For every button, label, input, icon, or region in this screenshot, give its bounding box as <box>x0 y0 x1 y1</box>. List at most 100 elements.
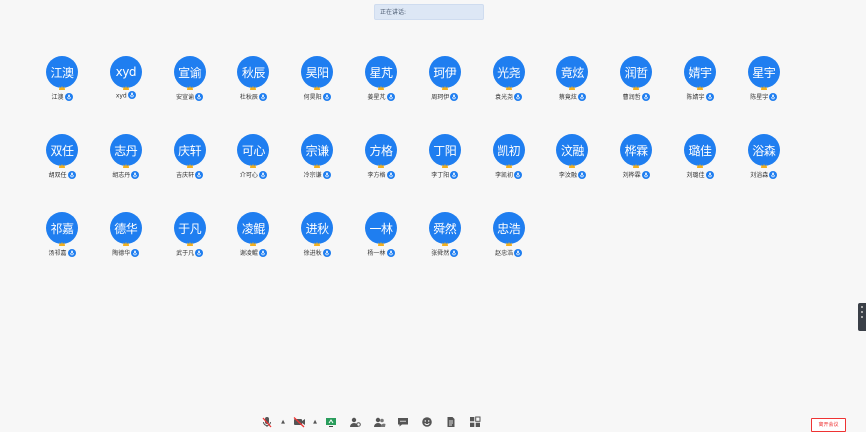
participant-tile[interactable]: 一林 杨一林 <box>349 212 413 272</box>
video-off-icon <box>293 416 305 427</box>
participant-name: 刘浴森 <box>750 172 769 179</box>
participant-name-line: 杜秋辰 <box>221 92 285 102</box>
participant-avatar: 丁阳 <box>428 134 461 166</box>
host-badge-icon <box>186 164 193 168</box>
participant-tile[interactable]: xyd xyd <box>94 56 158 116</box>
participant-avatar: 舜然 <box>428 212 461 244</box>
host-badge-icon <box>378 242 384 246</box>
leave-meeting-button[interactable]: 离开会议 <box>811 418 846 432</box>
host-badge-icon <box>505 164 512 168</box>
participant-tile[interactable]: 婧宇 陈婧宇 <box>668 56 732 116</box>
participant-name: 陈星宇 <box>750 94 769 101</box>
participant-tile[interactable]: 宣谕 安宣谕 <box>158 56 222 116</box>
host-badge-icon <box>441 86 448 90</box>
participant-name-line: 曹润哲 <box>604 92 668 102</box>
participant-tile[interactable]: 星芃 姜星芃 <box>349 56 413 116</box>
document-icon <box>447 416 455 427</box>
reaction-icon <box>422 416 432 427</box>
participant-name-line: 张舜然 <box>413 248 477 258</box>
participant-name-line: 赵忠浩 <box>477 248 541 258</box>
participant-avatar: 璐佳 <box>684 134 716 166</box>
mic-status-icon <box>450 170 459 179</box>
chat-button[interactable] <box>391 414 415 430</box>
participant-name-line: 介可心 <box>221 170 285 180</box>
participant-tile[interactable]: 庆轩 吉庆轩 <box>158 134 222 194</box>
host-badge-icon <box>314 86 321 90</box>
participant-avatar: 宗谦 <box>301 134 334 166</box>
participant-name-line: 周珂伊 <box>413 92 477 102</box>
participant-name: 杨一林 <box>367 250 386 257</box>
participant-tile[interactable]: 昊阳 何昊阳 <box>285 56 349 116</box>
mic-toggle-button[interactable] <box>255 414 279 430</box>
participant-avatar: 志丹 <box>109 134 142 166</box>
participant-avatar: 光尧 <box>492 56 525 88</box>
host-badge-icon <box>59 242 65 246</box>
side-panel-handle[interactable] <box>858 303 866 331</box>
mic-status-icon <box>705 92 714 101</box>
participant-tile[interactable]: 竟炫 蔡竟炫 <box>540 56 604 116</box>
mic-options-caret[interactable]: ▲ <box>279 414 287 430</box>
participant-tile[interactable]: 璐佳 刘璐佳 <box>668 134 732 194</box>
participant-name: 蔡竟炫 <box>558 94 577 101</box>
mic-status-icon <box>131 170 140 179</box>
participant-tile[interactable]: 润哲 曹润哲 <box>604 56 668 116</box>
participant-name-line: 谢凌鲲 <box>221 248 285 258</box>
mic-status-icon <box>131 248 140 257</box>
participant-tile[interactable]: 桦霖 刘桦霖 <box>604 134 668 194</box>
mic-status-icon <box>258 170 267 179</box>
manage-members-button[interactable] <box>343 414 367 430</box>
host-badge-icon <box>314 164 321 168</box>
participant-name-line: 徐进秋 <box>285 248 349 258</box>
participant-avatar: 婧宇 <box>684 56 716 88</box>
participant-tile[interactable]: 江澳 江澳 <box>30 56 94 116</box>
participant-tile[interactable]: 凯初 李凯初 <box>477 134 541 194</box>
participant-tile[interactable]: 方格 李方格 <box>349 134 413 194</box>
participant-tile[interactable]: 进秋 徐进秋 <box>285 212 349 272</box>
mic-status-icon <box>258 92 267 101</box>
participant-avatar: 庆轩 <box>173 134 206 166</box>
participant-tile[interactable]: 浴森 刘浴森 <box>732 134 796 194</box>
apps-button[interactable] <box>463 414 487 430</box>
participant-tile[interactable]: 德华 陶德华 <box>94 212 158 272</box>
participant-avatar: 浴森 <box>747 134 780 166</box>
host-badge-icon <box>441 164 448 168</box>
participant-tile[interactable]: 于凡 武于凡 <box>158 212 222 272</box>
share-screen-button[interactable] <box>319 414 343 430</box>
mic-status-icon <box>67 170 76 179</box>
participant-tile[interactable]: 光尧 袁光尧 <box>477 56 541 116</box>
mic-status-icon <box>769 170 778 179</box>
participant-name: 刘桦霖 <box>622 172 641 179</box>
host-badge-icon <box>122 164 129 168</box>
participant-name: 李丁阳 <box>431 172 450 179</box>
participant-avatar: 竟炫 <box>556 56 589 88</box>
mic-status-icon <box>322 170 331 179</box>
host-badge-icon <box>378 164 384 168</box>
participant-tile[interactable]: 可心 介可心 <box>221 134 285 194</box>
participant-tile[interactable]: 忠浩 赵忠浩 <box>477 212 541 272</box>
mic-status-icon <box>514 92 523 101</box>
document-button[interactable] <box>439 414 463 430</box>
participant-avatar: 桦霖 <box>620 134 653 166</box>
participant-tile[interactable]: 凌鲲 谢凌鲲 <box>221 212 285 272</box>
video-toggle-button[interactable] <box>287 414 311 430</box>
participant-tile[interactable]: 珂伊 周珂伊 <box>413 56 477 116</box>
participant-tile[interactable]: 丁阳 李丁阳 <box>413 134 477 194</box>
participant-name-line: 李汶融 <box>540 170 604 180</box>
participant-name: 周珂伊 <box>431 94 450 101</box>
participant-tile[interactable]: 汶融 李汶融 <box>540 134 604 194</box>
participant-tile[interactable]: 祁嘉 汤祁嘉 <box>30 212 94 272</box>
participant-tile[interactable]: 双任 胡双任 <box>30 134 94 194</box>
participant-tile[interactable]: 志丹 胡志丹 <box>94 134 158 194</box>
reaction-button[interactable] <box>415 414 439 430</box>
participant-tile[interactable]: 舜然 张舜然 <box>413 212 477 272</box>
participant-tile[interactable]: 星宇 陈星宇 <box>732 56 796 116</box>
mic-status-icon <box>641 92 650 101</box>
mic-status-icon <box>322 92 331 101</box>
members-button[interactable] <box>367 414 391 430</box>
participant-name-line: 江澳 <box>30 92 94 102</box>
participant-tile[interactable]: 宗谦 冷宗谦 <box>285 134 349 194</box>
apps-icon <box>470 416 481 427</box>
participant-tile[interactable]: 秋辰 杜秋辰 <box>221 56 285 116</box>
video-options-caret[interactable]: ▲ <box>311 414 319 430</box>
participant-name-line: 蔡竟炫 <box>540 92 604 102</box>
